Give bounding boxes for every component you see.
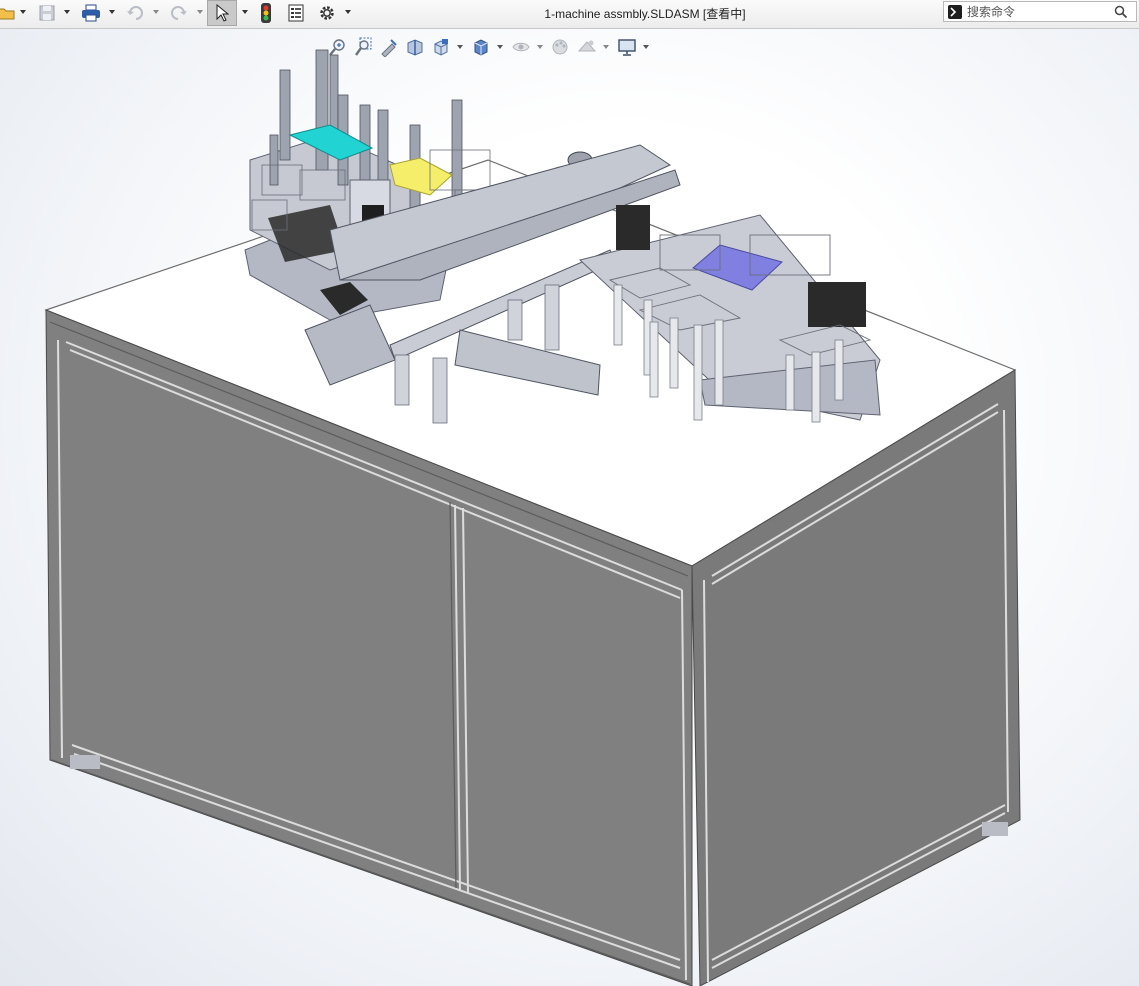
search-commands-box[interactable] xyxy=(943,1,1137,22)
command-prompt-icon xyxy=(948,5,962,19)
undo-dropdown-caret[interactable] xyxy=(152,8,160,16)
redo-dropdown-caret[interactable] xyxy=(196,8,204,16)
save-icon[interactable] xyxy=(36,2,58,24)
search-icon[interactable] xyxy=(1114,5,1128,24)
rebuild-icon[interactable] xyxy=(257,2,275,24)
title-bar: 1-machine assmbly.SLDASM [查看中] xyxy=(0,0,1139,29)
window-title: 1-machine assmbly.SLDASM [查看中] xyxy=(544,7,746,21)
search-commands-input[interactable] xyxy=(967,3,1107,20)
cabinet-foot xyxy=(982,822,1008,836)
options-dropdown-caret[interactable] xyxy=(344,8,352,16)
open-icon[interactable] xyxy=(0,2,16,24)
print-icon[interactable] xyxy=(79,2,103,24)
file-properties-icon[interactable] xyxy=(285,2,307,24)
open-dropdown-caret[interactable] xyxy=(19,8,27,16)
redo-icon[interactable] xyxy=(168,2,190,24)
assembly-model-view[interactable] xyxy=(0,29,1139,986)
select-dropdown-caret[interactable] xyxy=(241,8,249,16)
black-stepper-motor xyxy=(808,282,866,327)
cabinet-foot xyxy=(70,755,100,769)
save-dropdown-caret[interactable] xyxy=(63,8,71,16)
print-dropdown-caret[interactable] xyxy=(108,8,116,16)
black-stepper-motor xyxy=(616,205,650,250)
options-icon[interactable] xyxy=(316,2,338,24)
undo-icon[interactable] xyxy=(124,2,146,24)
select-icon[interactable] xyxy=(207,0,237,26)
